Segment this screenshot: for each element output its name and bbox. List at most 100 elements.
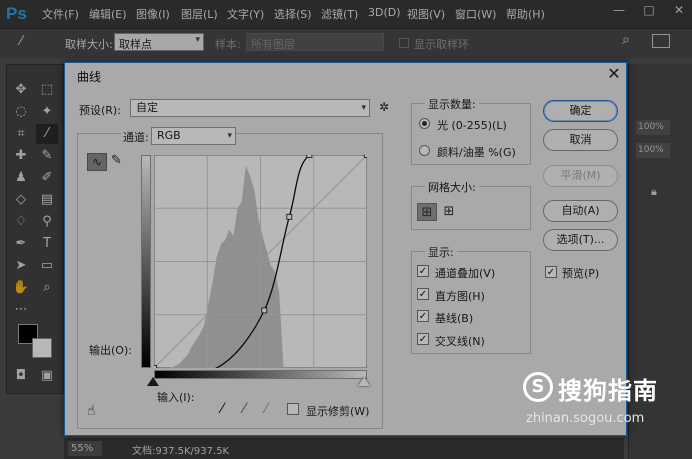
history-brush-icon[interactable]: ✐ — [36, 168, 58, 188]
smooth-button[interactable]: 平滑(M) — [543, 165, 618, 187]
ok-button[interactable]: 确定 — [543, 100, 618, 122]
workspace-icon[interactable] — [652, 34, 670, 48]
type-tool-icon[interactable]: T — [36, 234, 58, 254]
gear-icon[interactable]: ✲ — [379, 100, 389, 114]
quick-mask-icon[interactable]: ◘ — [10, 366, 32, 386]
grid-4x4-icon[interactable]: ⊞ — [417, 203, 437, 221]
brush-tool-icon[interactable]: ✎ — [36, 146, 58, 166]
dodge-tool-icon[interactable]: ⚲ — [36, 212, 58, 232]
black-point-slider[interactable] — [147, 377, 159, 386]
channel-overlay-checkbox[interactable]: ✓ — [417, 265, 429, 277]
menu-image[interactable]: 图像(I) — [136, 6, 170, 22]
pigment-radio[interactable] — [419, 145, 430, 156]
show-clipping-checkbox[interactable] — [287, 403, 299, 415]
white-eyedropper-icon[interactable]: ⁄ — [265, 401, 267, 417]
show-ring-checkbox[interactable] — [399, 38, 409, 48]
options-button[interactable]: 选项(T)... — [543, 229, 618, 251]
blur-tool-icon[interactable]: ♢ — [10, 212, 32, 232]
minimize-button[interactable]: — — [612, 3, 626, 17]
cancel-button[interactable]: 取消 — [543, 129, 618, 151]
dialog-title: 曲线 — [77, 70, 102, 84]
pen-tool-icon[interactable]: ✒ — [10, 234, 32, 254]
display-amount-title: 显示数量: — [425, 96, 479, 112]
preset-label: 预设(R): — [79, 104, 121, 117]
magic-wand-tool-icon[interactable]: ✦ — [36, 102, 58, 122]
close-window-button[interactable]: ✕ — [672, 3, 686, 17]
white-point-slider[interactable] — [358, 377, 370, 386]
menu-3d[interactable]: 3D(D) — [368, 6, 401, 19]
sample-size-select[interactable]: 取样点 ▾ — [114, 33, 204, 51]
light-radio[interactable] — [419, 118, 430, 129]
black-eyedropper-icon[interactable]: ⁄ — [221, 401, 223, 417]
gray-eyedropper-icon[interactable]: ⁄ — [243, 401, 245, 417]
output-gradient — [141, 155, 151, 368]
path-select-icon[interactable]: ➤ — [10, 256, 32, 276]
fill-field[interactable]: 100% — [636, 143, 670, 158]
grid-10x10-icon[interactable]: ⊞ — [439, 203, 459, 221]
menu-window[interactable]: 窗口(W) — [455, 6, 496, 22]
channel-overlay-label: 通道叠加(V) — [435, 267, 496, 280]
opacity-field[interactable]: 100% — [636, 120, 670, 135]
document-info: 文档:937.5K/937.5K — [132, 446, 230, 457]
chevron-down-icon: ▾ — [227, 131, 232, 141]
maximize-button[interactable]: □ — [642, 3, 656, 17]
menu-help[interactable]: 帮助(H) — [506, 6, 545, 22]
curve-control-point[interactable] — [154, 365, 157, 369]
more-tools-icon[interactable]: ⋯ — [10, 300, 32, 320]
histogram-checkbox[interactable]: ✓ — [417, 288, 429, 300]
healing-brush-icon[interactable]: ✚ — [10, 146, 32, 166]
pencil-icon[interactable]: ✎ — [111, 153, 122, 168]
preview-checkbox[interactable]: ✓ — [545, 266, 557, 278]
search-icon[interactable]: ⌕ — [622, 32, 630, 48]
baseline-checkbox[interactable]: ✓ — [417, 310, 429, 322]
stamp-tool-icon[interactable]: ♟ — [10, 168, 32, 188]
chevron-down-icon: ▾ — [361, 103, 366, 113]
zoom-field[interactable]: 55% — [68, 441, 102, 456]
background-color[interactable] — [32, 338, 52, 358]
menu-file[interactable]: 文件(F) — [42, 6, 79, 22]
eyedropper-tool-icon[interactable]: ⁄ — [20, 34, 22, 49]
hand-tool-icon[interactable]: ✋ — [10, 278, 32, 298]
crop-tool-icon[interactable]: ⌗ — [10, 124, 32, 144]
curve-control-point[interactable] — [306, 155, 313, 158]
show-ring-label: 显示取样环 — [414, 38, 469, 51]
sample-label: 样本: — [215, 38, 241, 51]
marquee-tool-icon[interactable]: ⬚ — [36, 80, 58, 100]
channel-select[interactable]: RGB ▾ — [151, 127, 236, 145]
move-tool-icon[interactable]: ✥ — [10, 80, 32, 100]
watermark-url: zhinan.sogou.com — [526, 411, 645, 426]
photoshop-logo: Ps — [6, 4, 27, 23]
menu-type[interactable]: 文字(Y) — [227, 6, 264, 22]
curve-edit-icon[interactable]: ∿ — [87, 153, 107, 171]
menu-view[interactable]: 视图(V) — [407, 6, 445, 22]
curve-control-point[interactable] — [261, 307, 268, 314]
intersection-line-checkbox[interactable]: ✓ — [417, 333, 429, 345]
menu-select[interactable]: 选择(S) — [274, 6, 312, 22]
menu-edit[interactable]: 编辑(E) — [89, 6, 127, 22]
curve-control-point[interactable] — [364, 155, 368, 158]
histogram-label: 直方图(H) — [435, 290, 485, 303]
input-label: 输入(I): — [157, 391, 195, 404]
auto-button[interactable]: 自动(A) — [543, 200, 618, 222]
target-adjust-icon[interactable]: ☝ — [87, 403, 96, 419]
watermark-text: 搜狗指南 — [558, 377, 658, 405]
eraser-tool-icon[interactable]: ◇ — [10, 190, 32, 210]
sample-select[interactable]: 所有图层 — [246, 33, 384, 51]
light-label: 光 (0-255)(L) — [437, 119, 507, 132]
curve-control-point[interactable] — [286, 213, 293, 220]
sample-size-label: 取样大小: — [65, 38, 113, 51]
eyedropper-tool-icon[interactable]: ⁄ — [36, 124, 58, 144]
lasso-tool-icon[interactable]: ◌ — [10, 102, 32, 122]
rectangle-tool-icon[interactable]: ▭ — [36, 256, 58, 276]
close-icon[interactable]: ✕ — [605, 65, 623, 83]
menu-layer[interactable]: 图层(L) — [181, 6, 218, 22]
menu-filter[interactable]: 滤镜(T) — [321, 6, 358, 22]
gradient-tool-icon[interactable]: ▤ — [36, 190, 58, 210]
preview-label: 预览(P) — [562, 267, 600, 280]
curve-graph[interactable] — [154, 155, 367, 368]
zoom-tool-icon[interactable]: ⌕ — [36, 278, 58, 298]
channel-label: 通道: — [121, 129, 151, 145]
screen-mode-icon[interactable]: ▣ — [36, 366, 58, 386]
show-title: 显示: — [425, 244, 457, 260]
preset-select[interactable]: 自定 ▾ — [130, 99, 370, 117]
